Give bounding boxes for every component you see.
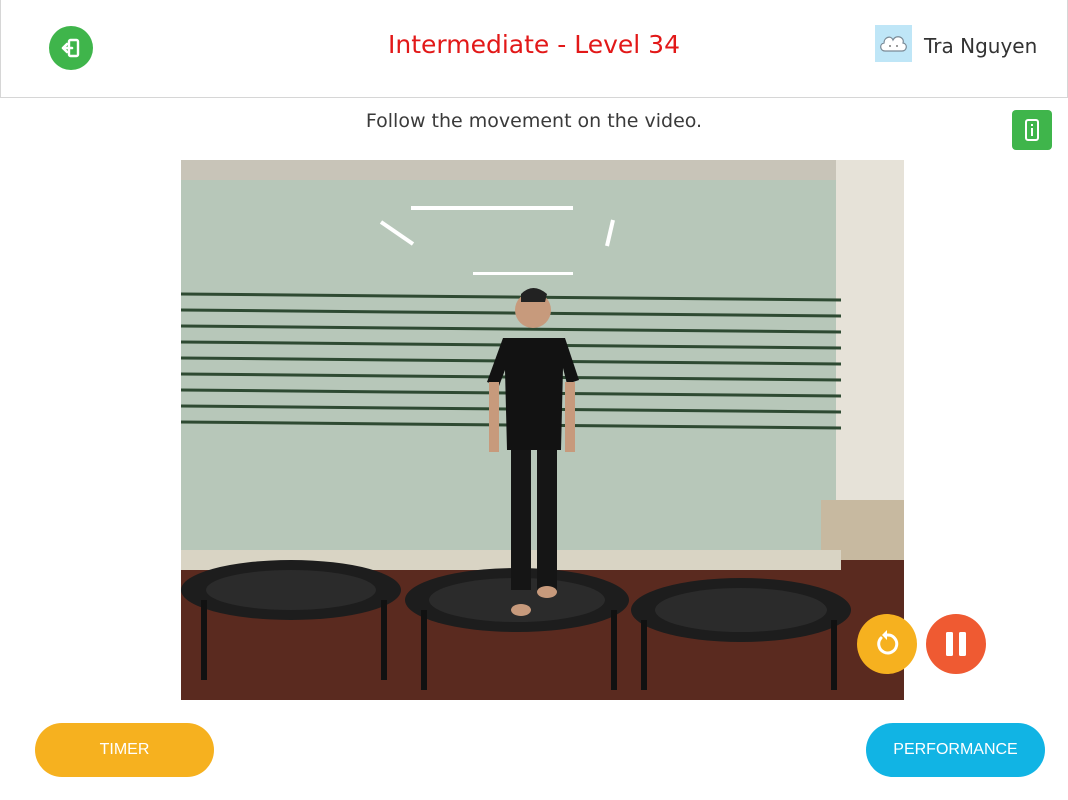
exercise-video[interactable]: [181, 160, 904, 700]
timer-button[interactable]: TIMER: [35, 723, 214, 777]
user-name: Tra Nguyen: [924, 34, 1038, 58]
video-frame: [181, 160, 904, 700]
replay-icon: [877, 630, 899, 655]
cloud-avatar-icon: [880, 36, 907, 52]
replay-button[interactable]: [857, 614, 917, 674]
instruction-text: Follow the movement on the video.: [365, 110, 703, 132]
info-button[interactable]: [1012, 110, 1052, 150]
phone-info-icon: [1025, 119, 1039, 141]
pause-icon: [946, 632, 966, 656]
header-bar: Intermediate - Level 34 Tra Nguyen: [0, 0, 1068, 98]
pause-button[interactable]: [926, 614, 986, 674]
user-avatar[interactable]: [875, 25, 912, 62]
performance-button[interactable]: PERFORMANCE: [866, 723, 1045, 777]
